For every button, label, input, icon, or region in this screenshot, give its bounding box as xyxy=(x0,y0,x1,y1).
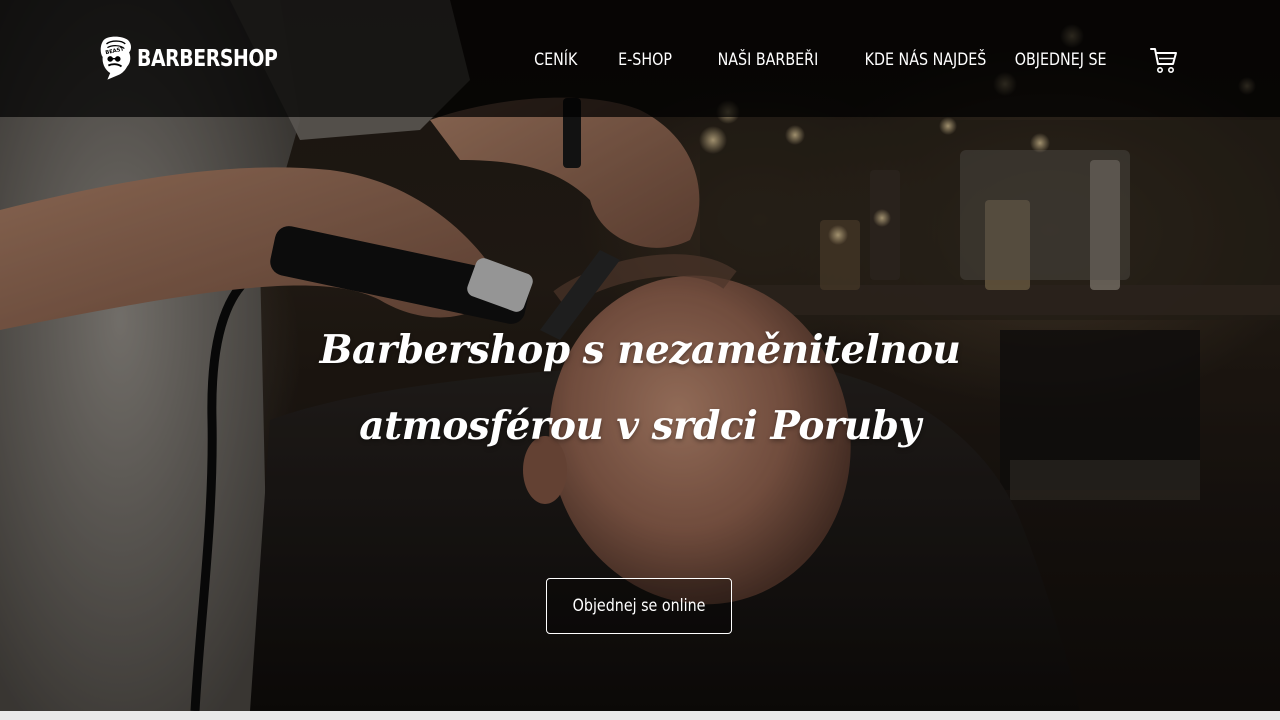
nav-link-eshop[interactable]: E-SHOP xyxy=(618,50,672,70)
nav-item-barbers[interactable]: NAŠI BARBEŘI xyxy=(710,46,826,74)
shopping-cart-icon[interactable] xyxy=(1149,45,1179,75)
top-navbar: BEAST BARBERSHOP CENÍK E-SHOP NAŠI BARBE… xyxy=(0,0,1280,117)
nav-item-cenik[interactable]: CENÍK xyxy=(514,46,598,74)
barber-head-logo-icon: BEAST xyxy=(100,36,132,80)
nav-item-booking[interactable]: OBJEDNEJ SE xyxy=(1006,46,1116,74)
nav-link-booking[interactable]: OBJEDNEJ SE xyxy=(1015,50,1107,70)
brand-logo[interactable]: BEAST BARBERSHOP xyxy=(98,10,308,106)
nav-item-location[interactable]: KDE NÁS NAJDEŠ xyxy=(858,46,992,74)
book-online-button[interactable]: Objednej se online xyxy=(546,578,732,634)
nav-link-cenik[interactable]: CENÍK xyxy=(534,50,577,70)
book-online-button-label: Objednej se online xyxy=(572,596,706,616)
hero-headline: Barbershop s nezaměnitelnou atmosférou v… xyxy=(240,312,1040,464)
main-nav: CENÍK E-SHOP NAŠI BARBEŘI KDE NÁS NAJDEŠ… xyxy=(514,46,1116,74)
nav-link-location[interactable]: KDE NÁS NAJDEŠ xyxy=(864,50,986,70)
brand-name: BARBERSHOP xyxy=(136,46,278,72)
hero-headline-line2: atmosférou v srdci Poruby xyxy=(359,403,921,449)
nav-item-eshop[interactable]: E-SHOP xyxy=(612,46,678,74)
cart-icon-glyph xyxy=(1150,48,1177,73)
hero-headline-line1: Barbershop s nezaměnitelnou xyxy=(319,327,961,373)
nav-link-barbers[interactable]: NAŠI BARBEŘI xyxy=(718,50,819,70)
page-bottom-strip xyxy=(0,711,1280,720)
